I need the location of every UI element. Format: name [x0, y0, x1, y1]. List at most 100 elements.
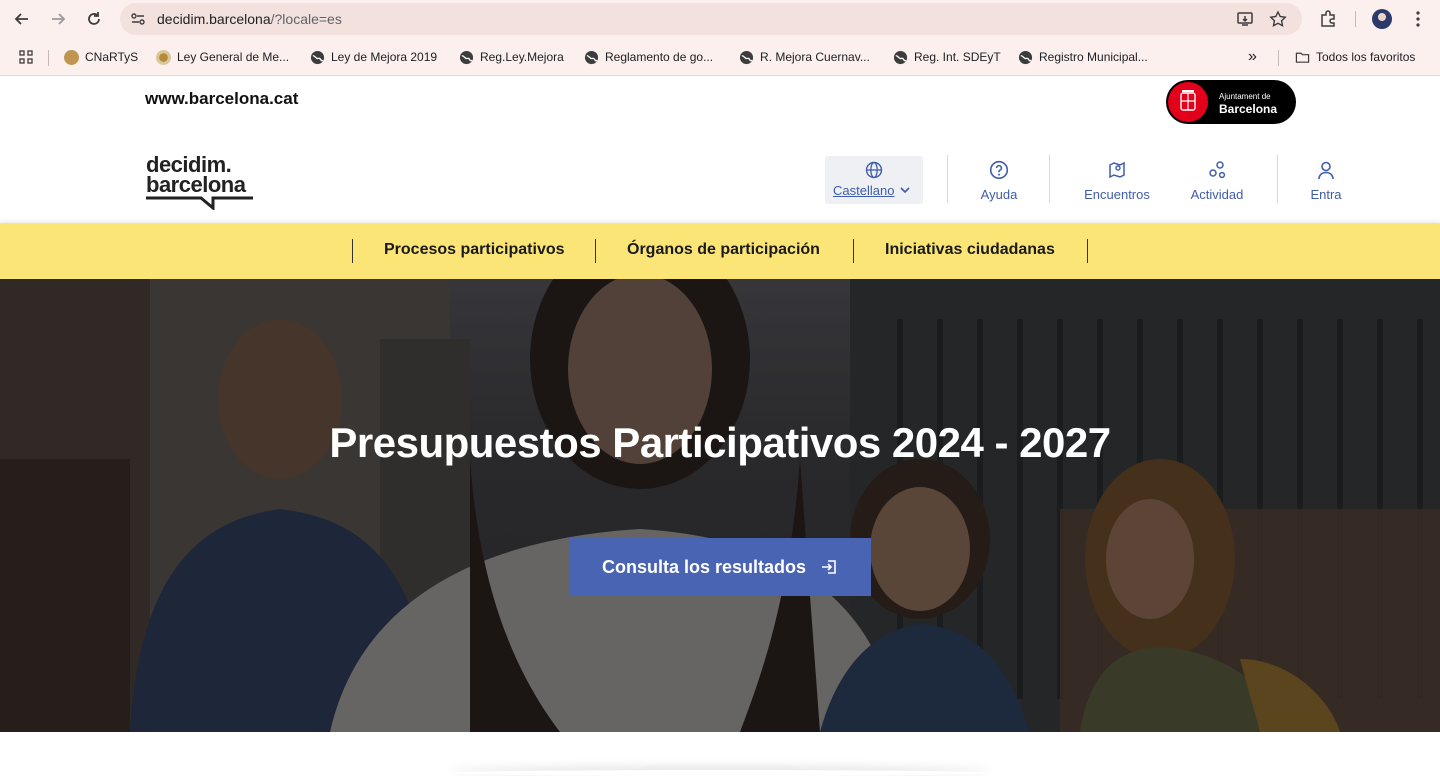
bookmark-item[interactable]: R. Mejora Cuernav... — [739, 48, 870, 66]
barcelona-seal-icon — [1168, 82, 1208, 122]
bookmarks-divider — [1278, 50, 1279, 66]
url-text: decidim.barcelona/?locale=es — [157, 11, 342, 27]
barcelona-label: Barcelona — [1219, 102, 1278, 116]
chevron-double-right-icon: » — [1248, 48, 1257, 65]
decidim-barcelona-logo[interactable]: decidim. barcelona — [146, 154, 258, 210]
main-navigation: Procesos participativos Órganos de parti… — [0, 223, 1440, 279]
website: www.barcelona.cat Ajuntament de Barcelon… — [0, 77, 1440, 776]
speech-bubble-underline-icon — [146, 196, 253, 210]
meetings-label: Encuentros — [1084, 187, 1150, 202]
reload-icon — [88, 12, 100, 25]
bookmark-item[interactable]: Registro Municipal... — [1018, 48, 1148, 66]
bookmark-item[interactable]: Reg. Int. SDEyT — [893, 48, 1001, 66]
bookmark-label: CNaRTyS — [85, 50, 139, 64]
help-circle-icon — [989, 160, 1009, 180]
login-label: Entra — [1310, 187, 1342, 202]
nav-divider — [595, 239, 596, 263]
ajuntament-logo-link[interactable]: Ajuntament de Barcelona — [1166, 80, 1296, 124]
nav-citizen-initiatives[interactable]: Iniciativas ciudadanas — [885, 241, 1055, 259]
logo-line-2: barcelona — [146, 172, 246, 197]
install-icon — [1237, 12, 1253, 26]
avatar — [1372, 9, 1392, 29]
globe-bookmark-icon — [584, 50, 599, 64]
bookmark-label: Reglamento de go... — [605, 50, 714, 64]
more-bookmarks-button[interactable]: » — [1248, 48, 1257, 66]
hero-title: Presupuestos Participativos 2024 - 2027 — [329, 419, 1111, 466]
help-label: Ayuda — [980, 187, 1018, 202]
hero-banner: Presupuestos Participativos 2024 - 2027 … — [0, 279, 1440, 732]
globe-bookmark-icon — [1018, 50, 1033, 64]
view-results-button[interactable]: Consulta los resultados — [569, 538, 871, 596]
hero-photo — [0, 279, 1440, 732]
url-path: /?locale=es — [270, 11, 342, 27]
arrow-left-icon — [14, 13, 28, 25]
extensions-button[interactable] — [1317, 8, 1339, 30]
globe-bookmark-icon — [459, 50, 474, 64]
globe-icon — [865, 161, 883, 179]
barcelona-cat-link[interactable]: www.barcelona.cat — [145, 89, 298, 109]
activity-icon — [1209, 161, 1226, 179]
section-shadow — [450, 770, 990, 776]
reload-button[interactable] — [83, 8, 105, 30]
login-arrow-icon — [822, 560, 836, 574]
map-pin-icon — [1109, 161, 1125, 179]
star-icon — [1269, 10, 1287, 27]
bookmark-item[interactable]: Reg.Ley.Mejora — [459, 48, 564, 66]
arrow-right-icon — [52, 13, 66, 25]
view-results-label: Consulta los resultados — [601, 556, 807, 577]
profile-button[interactable] — [1371, 8, 1393, 30]
all-favorites-label: Todos los favoritos — [1316, 50, 1416, 64]
bookmark-label: R. Mejora Cuernav... — [760, 50, 870, 64]
nav-divider — [352, 239, 353, 263]
bookmark-label: Ley de Mejora 2019 — [331, 50, 438, 64]
site-settings-icon — [131, 13, 145, 25]
bookmark-label: Reg. Int. SDEyT — [914, 50, 1001, 64]
mexico-seal-icon — [156, 49, 171, 65]
back-button[interactable] — [11, 8, 33, 30]
user-icon — [1318, 161, 1334, 180]
all-favorites-folder[interactable]: Todos los favoritos — [1295, 48, 1415, 66]
toolbar-divider — [1355, 11, 1356, 27]
address-bar[interactable]: decidim.barcelona/?locale=es — [120, 3, 1302, 35]
nav-divider — [1087, 239, 1088, 263]
ajuntament-label: Ajuntament de — [1219, 92, 1271, 101]
header-divider — [947, 155, 948, 203]
help-link[interactable]: Ayuda — [969, 159, 1029, 203]
nav-divider — [853, 239, 854, 263]
folder-icon — [1295, 52, 1310, 63]
bookmark-star-button[interactable] — [1267, 8, 1289, 30]
apps-grid-icon — [19, 50, 33, 64]
globe-bookmark-icon — [893, 50, 908, 64]
bookmark-item[interactable]: Ley General de Me... — [156, 48, 289, 66]
nav-participation-bodies[interactable]: Órganos de participación — [627, 241, 820, 259]
browser-toolbar: decidim.barcelona/?locale=es — [0, 0, 1440, 38]
bookmark-item[interactable]: Reglamento de go... — [584, 48, 713, 66]
nav-participatory-processes[interactable]: Procesos participativos — [384, 241, 565, 259]
globe-bookmark-icon — [64, 49, 79, 65]
forward-button[interactable] — [47, 8, 69, 30]
kebab-menu-icon — [1416, 11, 1420, 27]
url-host: decidim.barcelona — [157, 11, 271, 27]
install-app-button[interactable] — [1234, 8, 1256, 30]
bookmark-label: Ley General de Me... — [177, 50, 290, 64]
globe-bookmark-icon — [739, 50, 754, 64]
bookmarks-bar: CNaRTyS Ley General de Me... Ley de Mejo… — [0, 38, 1440, 76]
login-link[interactable]: Entra — [1300, 159, 1352, 203]
chevron-down-icon — [900, 187, 910, 194]
language-selector[interactable]: Castellano — [825, 156, 923, 204]
header-divider — [1049, 155, 1050, 203]
bookmark-label: Registro Municipal... — [1039, 50, 1148, 64]
globe-bookmark-icon — [310, 50, 325, 64]
bookmark-item[interactable]: CNaRTyS — [64, 48, 138, 66]
bookmarks-divider — [48, 50, 49, 66]
activity-label: Actividad — [1190, 187, 1244, 202]
language-label: Castellano — [833, 183, 895, 198]
bookmark-item[interactable]: Ley de Mejora 2019 — [310, 48, 437, 66]
meetings-link[interactable]: Encuentros — [1077, 159, 1157, 203]
apps-button[interactable] — [19, 48, 33, 66]
content-area — [0, 732, 1440, 776]
puzzle-icon — [1321, 10, 1335, 27]
browser-menu-button[interactable] — [1407, 8, 1429, 30]
activity-link[interactable]: Actividad — [1185, 159, 1249, 203]
header-divider — [1277, 155, 1278, 203]
